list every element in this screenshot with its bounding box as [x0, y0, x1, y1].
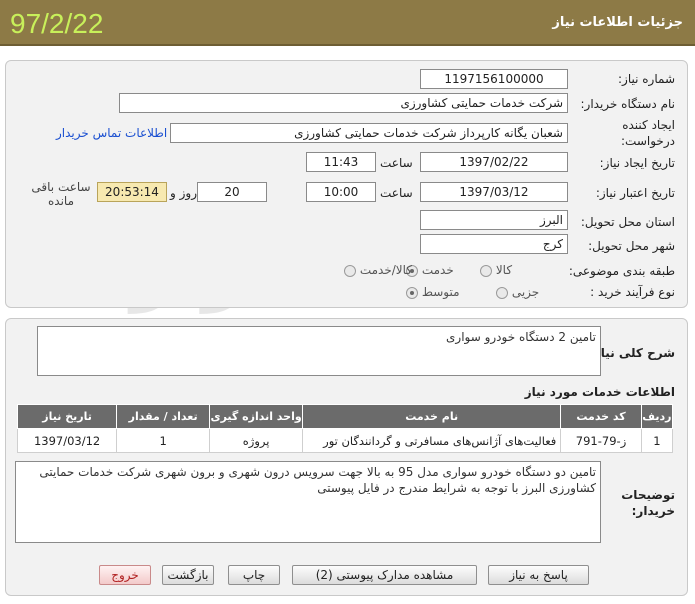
- back-button[interactable]: بازگشت: [162, 565, 214, 585]
- table-cell: 1: [640, 428, 674, 453]
- column-header: واحد اندازه گیری: [209, 404, 304, 429]
- created-time-label: ساعت: [380, 156, 413, 170]
- print-button[interactable]: چاپ: [228, 565, 280, 585]
- category-option-service[interactable]: خدمت: [406, 263, 454, 277]
- created-date-field: 1397/02/22: [420, 152, 568, 172]
- table-cell: فعالیت‌های آژانس‌های مسافرتی و گردانندگا…: [302, 428, 562, 453]
- need-number-label: شماره نیاز:: [618, 72, 675, 86]
- reply-button[interactable]: پاسخ به نیاز: [488, 565, 589, 585]
- days-label: روز و: [170, 186, 197, 200]
- category-option-goods-label: کالا: [495, 263, 513, 277]
- buyer-field: شرکت خدمات حمایتی کشاورزی: [119, 93, 568, 113]
- radio-icon[interactable]: [344, 264, 356, 277]
- creator-field: شعبان یگانه کارپرداز شرکت خدمات حمایتی ک…: [170, 123, 568, 143]
- category-option-service-label: خدمت: [421, 263, 454, 277]
- table-cell: 1397/03/12: [16, 428, 118, 453]
- page-title: جزئیات اطلاعات نیاز: [552, 15, 683, 30]
- category-option-goods[interactable]: کالا: [480, 263, 512, 277]
- table-header-row: ردیف کد خدمت نام خدمت واحد اندازه گیری ت…: [16, 404, 674, 429]
- table-cell: ز-79-791: [560, 428, 642, 453]
- header-date: 97/2/22: [10, 8, 104, 39]
- process-option-minor-label: جزیی: [511, 285, 540, 299]
- column-header: نام خدمت: [302, 404, 562, 429]
- table-row: 1 ز-79-791 فعالیت‌های آژانس‌های مسافرتی …: [16, 428, 674, 453]
- process-option-minor[interactable]: جزیی: [496, 285, 539, 299]
- column-header: تعداد / مقدار: [116, 404, 211, 429]
- remaining-time-label: ساعت باقی مانده: [31, 180, 91, 208]
- column-header: ردیف: [640, 404, 674, 429]
- city-label: شهر محل تحویل:: [588, 239, 675, 253]
- radio-icon[interactable]: [480, 264, 492, 277]
- valid-date-field: 1397/03/12: [420, 182, 568, 202]
- exit-button[interactable]: خروج: [99, 565, 151, 585]
- description-label: شرح کلی نیاز:: [589, 346, 675, 360]
- province-label: استان محل تحویل:: [580, 215, 675, 229]
- buyer-notes-label-2: خریدار:: [631, 504, 675, 518]
- need-number-field: 1197156100000: [420, 69, 568, 89]
- services-table: ردیف کد خدمت نام خدمت واحد اندازه گیری ت…: [16, 404, 674, 453]
- table-cell: پروژه: [209, 428, 304, 453]
- valid-time-field: 10:00: [306, 182, 376, 202]
- province-field: البرز: [420, 210, 568, 230]
- creator-label: ایجاد کننده: [622, 118, 675, 132]
- creator-label-2: درخواست:: [621, 134, 675, 148]
- process-option-medium-label: متوسط: [421, 285, 460, 299]
- radio-icon[interactable]: [496, 286, 508, 299]
- view-attachments-button[interactable]: مشاهده مدارک پیوستی (2): [292, 565, 477, 585]
- category-option-both[interactable]: کالا/خدمت: [344, 263, 412, 277]
- description-field: تامین 2 دستگاه خودرو سواری: [37, 326, 601, 376]
- buyer-label: نام دستگاه خریدار:: [580, 97, 676, 111]
- table-cell: 1: [116, 428, 211, 453]
- created-time-field: 11:43: [306, 152, 376, 172]
- buyer-contact-link[interactable]: اطلاعات تماس خریدار: [56, 126, 167, 140]
- remaining-time-field: 20:53:14: [97, 182, 167, 202]
- buyer-notes-label: توضیحات: [621, 488, 675, 502]
- category-option-both-label: کالا/خدمت: [359, 263, 413, 277]
- radio-selected-icon[interactable]: [406, 286, 418, 299]
- buyer-notes-field: تامین دو دستگاه خودرو سواری مدل 95 به با…: [15, 461, 601, 543]
- column-header: کد خدمت: [560, 404, 642, 429]
- process-option-medium[interactable]: متوسط: [406, 285, 460, 299]
- column-header: تاریخ نیاز: [16, 404, 118, 429]
- created-date-label: تاریخ ایجاد نیاز:: [599, 156, 675, 170]
- valid-date-label: تاریخ اعتبار نیاز:: [595, 186, 675, 200]
- category-label: طبقه بندی موضوعی:: [568, 264, 675, 278]
- process-label: نوع فرآیند خرید :: [590, 285, 675, 299]
- days-field: 20: [197, 182, 267, 202]
- valid-time-label: ساعت: [380, 186, 413, 200]
- services-title: اطلاعات خدمات مورد نیاز: [524, 385, 675, 399]
- city-field: کرج: [420, 234, 568, 254]
